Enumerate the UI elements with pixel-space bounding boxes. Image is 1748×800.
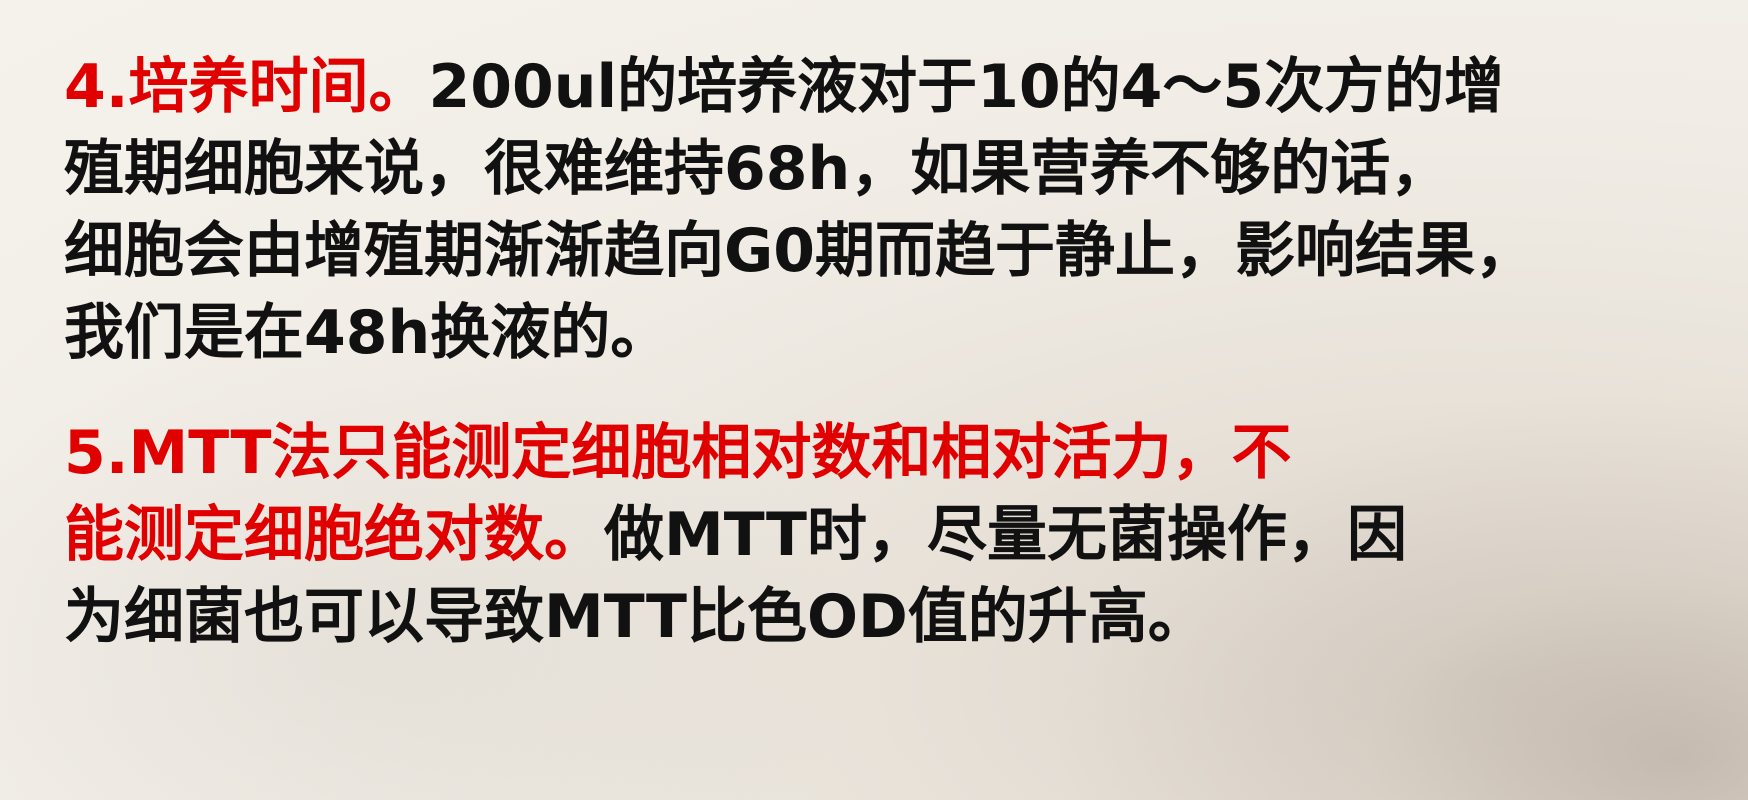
mtt-heading-line-1: 5.MTT法只能测定细胞相对数和相对活力，不 — [64, 418, 1292, 488]
paragraph-2-line-2-text: 做MTT时，尽量无菌操作，因 — [604, 500, 1407, 570]
paragraph-1-line-1-text: 200ul的培养液对于10的4～5次方的增 — [428, 52, 1505, 122]
culture-time-heading: 4.培养时间。 — [64, 52, 429, 122]
paragraph-1-line-2: 殖期细胞来说，很难维持68h，如果营养不够的话， — [64, 134, 1451, 204]
paragraph-1-line-1: 4.培养时间。200ul的培养液对于10的4～5次方的增 — [64, 46, 1724, 128]
slide-content: 4.培养时间。200ul的培养液对于10的4～5次方的增 殖期细胞来说，很难维持… — [64, 46, 1724, 658]
paragraph-1-line-3: 细胞会由增殖期渐渐趋向G0期而趋于静止，影响结果， — [64, 216, 1535, 286]
paragraph-mtt-method: 5.MTT法只能测定细胞相对数和相对活力，不 能测定细胞绝对数。做MTT时，尽量… — [64, 412, 1724, 658]
mtt-heading-line-2: 能测定细胞绝对数。 — [64, 500, 604, 570]
paragraph-2-line-2: 能测定细胞绝对数。做MTT时，尽量无菌操作，因 — [64, 494, 1724, 576]
paragraph-1-line-4: 我们是在48h换液的。 — [64, 298, 671, 368]
paragraph-culture-time: 4.培养时间。200ul的培养液对于10的4～5次方的增 殖期细胞来说，很难维持… — [64, 46, 1724, 374]
paragraph-2-line-3: 为细菌也可以导致MTT比色OD值的升高。 — [64, 582, 1208, 652]
